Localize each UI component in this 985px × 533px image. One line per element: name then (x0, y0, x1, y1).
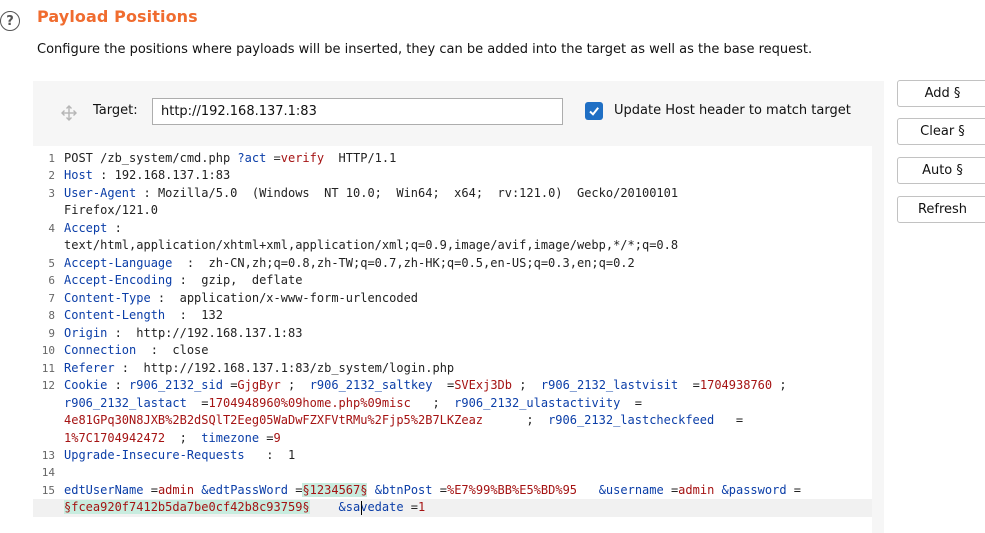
target-label: Target: (93, 103, 138, 118)
line-number: 2 (48, 169, 55, 182)
line-number: 11 (41, 362, 55, 375)
check-icon (589, 107, 599, 116)
line-number: 1 (48, 152, 55, 165)
header-content-length: Content-Length : 132 (64, 308, 223, 322)
line-number: 15 (41, 484, 55, 497)
move-icon (61, 105, 77, 121)
header-content-type: Content-Type : application/x-www-form-ur… (64, 291, 419, 305)
header-accept-language: Accept-Language : zh-CN,zh;q=0.8,zh-TW;q… (64, 256, 635, 270)
line-number: 14 (41, 466, 55, 479)
header-accept: Accept : (64, 221, 122, 235)
line-number: 6 (48, 274, 55, 287)
add-marker-button[interactable]: Add § (897, 80, 985, 107)
section-description: Configure the positions where payloads w… (37, 42, 813, 57)
update-host-checkbox[interactable] (585, 102, 603, 120)
line-number: 3 (48, 187, 55, 200)
section-title: Payload Positions (37, 7, 198, 26)
line-number: 10 (41, 344, 55, 357)
request-body-cont: §fcea920f7412b5da7be0cf42b8c93759§ &save… (64, 500, 426, 514)
header-connection: Connection : close (64, 343, 209, 357)
auto-markers-button[interactable]: Auto § (897, 157, 985, 184)
line-number: 9 (48, 327, 55, 340)
line-number: 4 (48, 222, 55, 235)
payload-marker[interactable]: §fcea920f7412b5da7be0cf42b8c93759§ (64, 500, 310, 514)
line-number: 13 (41, 449, 55, 462)
header-user-agent: User-Agent : Mozilla/5.0 (Windows NT 10.… (64, 186, 679, 200)
line-number: 12 (41, 379, 55, 392)
line-number: 5 (48, 257, 55, 270)
header-cookie: Cookie : r906_2132_sid =GjgByr ; r906_21… (64, 378, 787, 392)
header-origin: Origin : http://192.168.137.1:83 (64, 326, 303, 340)
header-user-agent-cont: Firefox/121.0 (64, 203, 158, 217)
header-cookie-cont: 4e81GPq30N8JXB%2B2dSQlT2Eeg05WaDwFZXFVtR… (64, 413, 744, 427)
line-number: 8 (48, 309, 55, 322)
payload-marker[interactable]: §1234567§ (302, 483, 368, 497)
header-cookie-cont: r906_2132_lastact =1704948960%09home.php… (64, 396, 643, 410)
refresh-button[interactable]: Refresh (897, 196, 985, 223)
header-upgrade-insecure: Upgrade-Insecure-Requests : 1 (64, 448, 296, 462)
line-number: 7 (48, 292, 55, 305)
header-referer: Referer : http://192.168.137.1:83/zb_sys… (64, 361, 455, 375)
header-accept-value: text/html,application/xhtml+xml,applicat… (64, 238, 679, 252)
update-host-label[interactable]: Update Host header to match target (614, 103, 851, 118)
target-input[interactable]: http://192.168.137.1:83 (152, 98, 563, 125)
text-cursor (361, 501, 362, 515)
header-host: Host : 192.168.137.1:83 (64, 168, 231, 182)
header-cookie-cont: 1%7C1704942472 ; timezone =9 (64, 431, 281, 445)
header-accept-encoding: Accept-Encoding : gzip, deflate (64, 273, 303, 287)
request-line: POST /zb_system/cmd.php ?act =verify HTT… (64, 151, 397, 165)
request-body: edtUserName =admin &edtPassWord =§123456… (64, 483, 801, 497)
help-icon[interactable]: ? (0, 11, 20, 31)
clear-markers-button[interactable]: Clear § (897, 118, 985, 145)
